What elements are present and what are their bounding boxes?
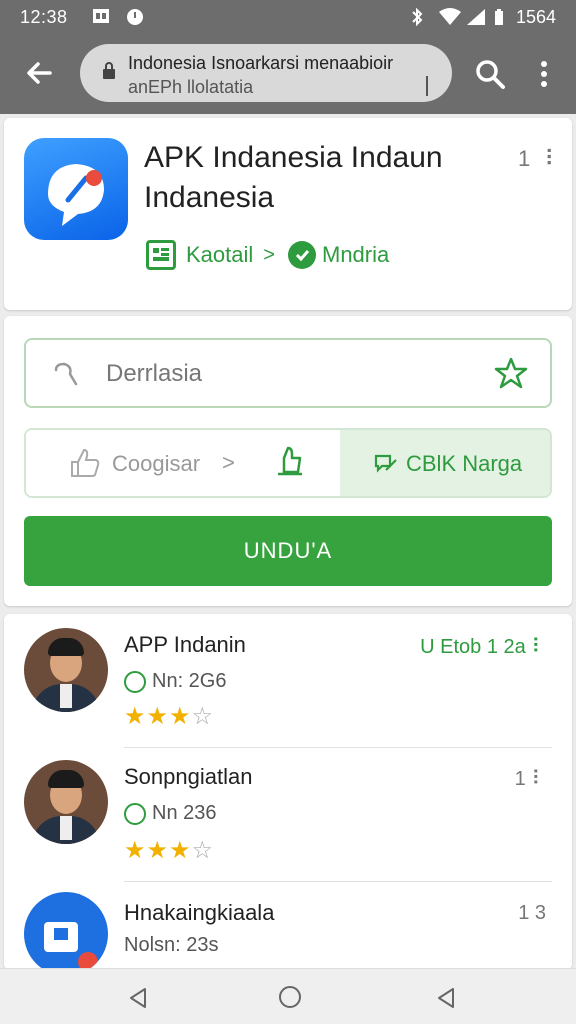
list-item-sub-text: Nn 236 [152, 802, 217, 824]
list-item-sub: Nn 236 [124, 802, 217, 825]
url-bar[interactable]: Indonesia Isnoarkarsi menaabioir anEPh l… [80, 44, 452, 102]
thumbs-up-icon [68, 446, 102, 480]
category-tag[interactable]: Kaotail > [146, 238, 275, 272]
text-cursor [426, 76, 428, 96]
url-text-line1: Indonesia Isnoarkarsi menaabioir [128, 53, 394, 73]
avatar [24, 760, 108, 844]
search-icon[interactable] [474, 58, 506, 90]
rating-stars: ★★★☆ [124, 702, 214, 731]
notification-icon [92, 8, 110, 29]
system-nav-bar [0, 968, 576, 1024]
overflow-menu-icon[interactable] [536, 58, 552, 90]
star-icon: ☆ [191, 837, 215, 864]
star-icon: ★ [124, 703, 147, 730]
category-tag-label: Kaotail [186, 242, 254, 267]
search-input[interactable]: Derrlasia [24, 338, 552, 408]
app-more-menu[interactable]: 1 ⠇ [518, 146, 564, 172]
battery-level: 1564 [515, 7, 556, 27]
list-item-sub-text: Nolsn: 23s [124, 934, 219, 956]
search-field-icon [52, 360, 80, 388]
app-header-card: APK Indanesia Indaun Indanesia 1 ⠇ Kaota… [4, 118, 572, 310]
star-icon: ★ [146, 703, 170, 730]
signal-icon [466, 8, 486, 31]
search-input-text: Derrlasia [106, 360, 203, 387]
list-item-meta[interactable]: U Etob 1 2a ⠇ [420, 634, 546, 659]
list-item-meta[interactable]: 1 ⠇ [515, 766, 546, 791]
alert-icon [126, 8, 144, 31]
browser-toolbar: Indonesia Isnoarkarsi menaabioir anEPh l… [0, 34, 576, 114]
chevron-right-icon: > [222, 450, 235, 475]
app-icon[interactable] [24, 138, 128, 240]
nav-home-icon[interactable] [278, 985, 302, 1009]
nav-back-icon[interactable] [128, 987, 148, 1009]
star-icon: ☆ [191, 703, 215, 730]
star-icon: ★ [146, 837, 170, 864]
download-count-icon [124, 670, 146, 693]
actions-card: Derrlasia Coogisar > CBlK Narga UNDU'A [4, 316, 572, 606]
rating-stars: ★★★☆ [124, 836, 214, 865]
media-tag[interactable]: Mndria [288, 238, 389, 272]
bluetooth-icon [410, 7, 424, 31]
back-arrow-icon[interactable] [22, 56, 56, 90]
list-item-sub-text: Nn: 2G6 [152, 670, 227, 692]
related-apps-list: APP Indanin U Etob 1 2a ⠇ Nn: 2G6 ★★★☆ S… [4, 614, 572, 970]
list-item-sub: Nolsn: 23s [124, 934, 219, 957]
segment-left-label: Coogisar [112, 451, 201, 476]
list-item-title: Hnakaingkiaala [124, 900, 275, 925]
lock-icon [102, 62, 116, 80]
star-icon: ★ [169, 837, 192, 864]
chat-bubble-icon [288, 241, 316, 269]
segment-left[interactable]: Coogisar > [26, 430, 340, 496]
star-icon: ★ [124, 837, 147, 864]
chevron-right-icon: > [263, 243, 275, 266]
status-time: 12:38 [20, 7, 68, 27]
segment-right[interactable]: CBlK Narga [340, 430, 550, 496]
list-item-meta: 1 3 [518, 902, 546, 924]
list-item[interactable]: Hnakaingkiaala 1 3 Nolsn: 23s [4, 882, 572, 970]
list-item-sub: Nn: 2G6 [124, 670, 226, 693]
battery-icon [494, 8, 504, 31]
wifi-icon [438, 8, 462, 31]
app-title: APK Indanesia Indaun Indanesia [144, 141, 443, 214]
app-icon [24, 892, 108, 970]
segment-right-label: CBlK Narga [406, 451, 523, 476]
edit-chat-icon [372, 450, 398, 476]
download-count-icon [124, 802, 146, 825]
list-item-title: Sonpngiatlan [124, 764, 253, 789]
avatar [24, 628, 108, 712]
grid-icon [146, 240, 176, 270]
list-item-title: APP Indanin [124, 632, 246, 657]
nav-recent-icon[interactable] [436, 987, 456, 1009]
segmented-control: Coogisar > CBlK Narga [24, 428, 552, 498]
thumbs-up-icon[interactable] [272, 444, 308, 480]
download-button[interactable]: UNDU'A [24, 516, 552, 586]
list-item[interactable]: Sonpngiatlan 1 ⠇ Nn 236 ★★★☆ [4, 748, 572, 882]
url-text-line2: anEPh llolatatia [128, 77, 254, 97]
status-bar: 12:38 1564 [0, 0, 576, 34]
media-tag-label: Mndria [322, 242, 390, 267]
star-icon[interactable] [494, 356, 528, 390]
star-icon: ★ [169, 703, 192, 730]
list-item[interactable]: APP Indanin U Etob 1 2a ⠇ Nn: 2G6 ★★★☆ [4, 614, 572, 748]
